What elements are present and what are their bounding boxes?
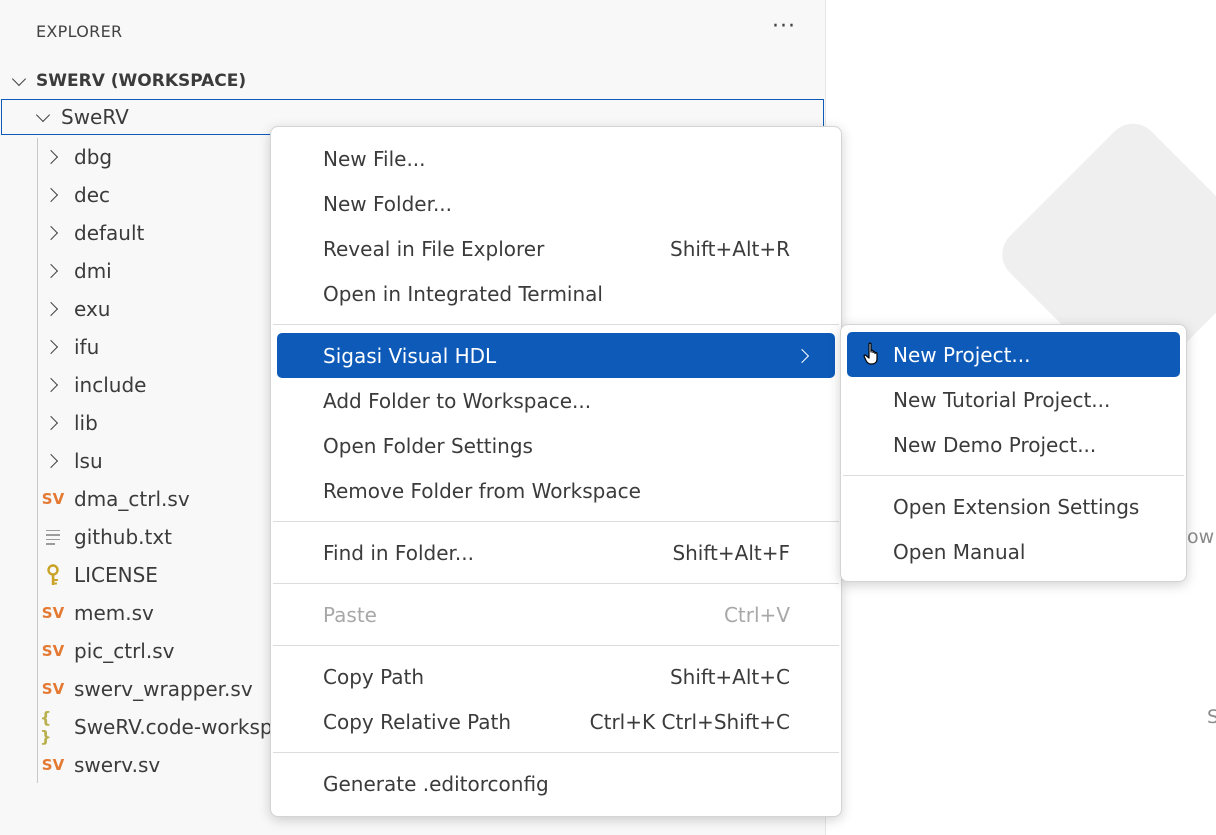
tree-item-label: dbg: [74, 145, 113, 169]
chevron-right-icon: [40, 377, 66, 393]
json-file-icon: { }: [40, 708, 52, 746]
sv-file-icon: SV: [41, 604, 65, 622]
more-actions-icon[interactable]: ···: [772, 14, 796, 39]
chevron-right-icon: [794, 348, 810, 363]
sv-file-icon: SV: [41, 490, 65, 508]
chevron-right-icon: [40, 225, 66, 241]
menu-item-label: New Tutorial Project...: [893, 387, 1111, 412]
menu-item-label: Open Manual: [893, 539, 1026, 564]
workspace-label: SWERV (WORKSPACE): [36, 71, 247, 91]
sv-file-icon: SV: [41, 642, 65, 660]
tree-item-label: lsu: [74, 449, 103, 473]
menu-separator: [273, 752, 839, 753]
sv-file-icon: SV: [41, 756, 65, 774]
menu-item-remove-folder-from-workspace[interactable]: Remove Folder from Workspace: [277, 468, 835, 513]
tree-item-label: include: [74, 373, 147, 397]
editor-hint-text: S: [1207, 706, 1216, 728]
editor-hint-text: ow: [1187, 526, 1215, 548]
tree-item-label: lib: [74, 411, 98, 435]
tree-item-label: dma_ctrl.sv: [74, 487, 190, 511]
menu-item-copy-path[interactable]: Copy Path Shift+Alt+C: [277, 654, 835, 699]
menu-item-new-demo-project[interactable]: New Demo Project...: [847, 422, 1180, 467]
menu-item-shortcut: Ctrl+V: [723, 602, 790, 627]
tree-item-label: exu: [74, 297, 111, 321]
menu-item-label: New Project...: [893, 342, 1031, 367]
explorer-title: EXPLORER: [36, 22, 123, 41]
menu-separator: [273, 521, 839, 522]
menu-item-new-project[interactable]: New Project...: [847, 332, 1180, 377]
menu-item-label: Sigasi Visual HDL: [323, 343, 497, 368]
menu-item-label: New Demo Project...: [893, 432, 1097, 457]
menu-item-shortcut: Shift+Alt+C: [669, 664, 790, 689]
menu-item-shortcut: Ctrl+K Ctrl+Shift+C: [589, 709, 790, 734]
tree-item-label: swerv_wrapper.sv: [74, 677, 253, 701]
tree-item-label: dmi: [74, 259, 112, 283]
menu-item-open-extension-settings[interactable]: Open Extension Settings: [847, 484, 1180, 529]
menu-separator: [273, 583, 839, 584]
tree-item-label: github.txt: [74, 525, 173, 549]
menu-item-label: Remove Folder from Workspace: [323, 478, 641, 503]
chevron-right-icon: [40, 149, 66, 165]
menu-item-reveal-in-file-explorer[interactable]: Reveal in File Explorer Shift+Alt+R: [277, 226, 835, 271]
menu-item-add-folder-to-workspace[interactable]: Add Folder to Workspace...: [277, 378, 835, 423]
menu-item-open-in-integrated-terminal[interactable]: Open in Integrated Terminal: [277, 271, 835, 316]
menu-item-shortcut: Shift+Alt+F: [672, 540, 790, 565]
menu-separator: [273, 645, 839, 646]
hand-pointer-cursor-icon: [863, 342, 881, 371]
workspace-header[interactable]: SWERV (WORKSPACE): [0, 66, 826, 96]
tree-item-label: ifu: [74, 335, 100, 359]
tree-item-label: mem.sv: [74, 601, 154, 625]
menu-item-label: New Folder...: [323, 191, 453, 216]
menu-item-generate-editorconfig[interactable]: Generate .editorconfig: [277, 761, 835, 806]
tree-item-label: default: [74, 221, 145, 245]
menu-item-label: Reveal in File Explorer: [323, 236, 545, 261]
menu-item-label: Open Extension Settings: [893, 494, 1140, 519]
text-file-icon: [40, 529, 66, 545]
menu-item-label: Open Folder Settings: [323, 433, 533, 458]
tree-item-label: swerv.sv: [74, 753, 161, 777]
sv-file-icon: SV: [41, 680, 65, 698]
menu-item-open-folder-settings[interactable]: Open Folder Settings: [277, 423, 835, 468]
menu-item-label: Generate .editorconfig: [323, 771, 549, 796]
menu-item-label: Add Folder to Workspace...: [323, 388, 592, 413]
chevron-right-icon: [40, 263, 66, 279]
menu-item-open-manual[interactable]: Open Manual: [847, 529, 1180, 574]
menu-item-new-file[interactable]: New File...: [277, 136, 835, 181]
menu-item-sigasi-visual-hdl[interactable]: Sigasi Visual HDL: [277, 333, 835, 378]
menu-item-shortcut: Shift+Alt+R: [670, 236, 790, 261]
menu-item-label: Open in Integrated Terminal: [323, 281, 603, 306]
tree-item-label: LICENSE: [74, 563, 158, 587]
chevron-right-icon: [40, 453, 66, 469]
menu-item-label: Paste: [323, 602, 377, 627]
chevron-right-icon: [40, 339, 66, 355]
context-menu: New File... New Folder... Reveal in File E…: [270, 126, 842, 817]
menu-separator: [843, 475, 1184, 476]
chevron-right-icon: [40, 187, 66, 203]
menu-item-paste[interactable]: Paste Ctrl+V: [277, 592, 835, 637]
tree-item-label: dec: [74, 183, 110, 207]
menu-item-label: New File...: [323, 146, 426, 171]
tree-item-label: SweRV.code-worksp: [74, 715, 273, 739]
chevron-right-icon: [40, 415, 66, 431]
menu-item-find-in-folder[interactable]: Find in Folder... Shift+Alt+F: [277, 530, 835, 575]
sigasi-submenu: New Project... New Tutorial Project... New…: [840, 324, 1187, 582]
chevron-down-icon: [11, 71, 27, 86]
menu-item-label: Copy Path: [323, 664, 425, 689]
menu-item-label: Find in Folder...: [323, 540, 474, 565]
chevron-down-icon: [35, 107, 51, 122]
folder-root-label: SweRV: [61, 105, 129, 129]
menu-item-copy-relative-path[interactable]: Copy Relative Path Ctrl+K Ctrl+Shift+C: [277, 699, 835, 744]
license-key-icon: [40, 564, 66, 586]
menu-item-label: Copy Relative Path: [323, 709, 512, 734]
menu-item-new-folder[interactable]: New Folder...: [277, 181, 835, 226]
menu-separator: [273, 324, 839, 325]
tree-item-label: pic_ctrl.sv: [74, 639, 175, 663]
menu-item-new-tutorial-project[interactable]: New Tutorial Project...: [847, 377, 1180, 422]
chevron-right-icon: [40, 301, 66, 317]
